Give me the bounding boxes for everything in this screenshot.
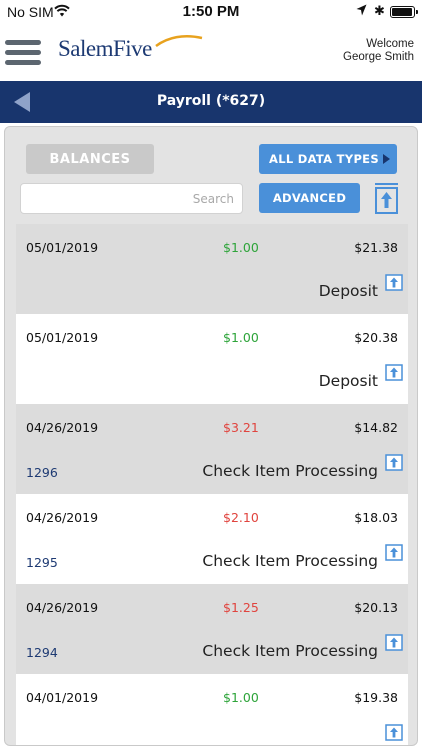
expand-details-icon[interactable] [385, 544, 403, 561]
check-number: 1296 [26, 465, 58, 480]
transaction-row[interactable]: 04/01/2019 $1.00 $19.38 [16, 674, 408, 745]
transaction-row[interactable]: 05/01/2019 $1.00 $20.38 Deposit [16, 314, 408, 404]
expand-details-icon[interactable] [385, 454, 403, 471]
scroll-to-top-icon[interactable] [374, 182, 399, 214]
transaction-list: 05/01/2019 $1.00 $21.38 Deposit 05/01/2019 $1… [16, 224, 408, 745]
balances-button[interactable]: BALANCES [26, 144, 154, 174]
transaction-amount: $3.21 [223, 420, 259, 435]
bluetooth-icon: ✱ [374, 3, 385, 18]
transactions-panel: BALANCES ALL DATA TYPES ADVANCED 05/01/2… [4, 126, 418, 746]
transaction-amount: $1.00 [223, 240, 259, 255]
transaction-amount: $1.25 [223, 600, 259, 615]
expand-details-icon[interactable] [385, 724, 403, 741]
transaction-date: 04/26/2019 [26, 600, 99, 615]
transaction-balance: $18.03 [354, 510, 398, 525]
transaction-balance: $19.38 [354, 690, 398, 705]
transaction-balance: $20.38 [354, 330, 398, 345]
status-bar: No SIM 1:50 PM ✱ [0, 0, 422, 24]
transaction-date: 05/01/2019 [26, 330, 99, 345]
expand-details-icon[interactable] [385, 274, 403, 291]
hamburger-menu-icon[interactable] [5, 40, 41, 66]
transaction-description: Check Item Processing [202, 462, 378, 480]
transaction-description: Check Item Processing [202, 642, 378, 660]
search-input[interactable] [20, 183, 243, 214]
transaction-amount: $2.10 [223, 510, 259, 525]
transaction-row[interactable]: 05/01/2019 $1.00 $21.38 Deposit [16, 224, 408, 314]
transaction-description: Check Item Processing [202, 552, 378, 570]
data-types-button[interactable]: ALL DATA TYPES [259, 144, 397, 174]
transaction-amount: $1.00 [223, 690, 259, 705]
transaction-balance: $20.13 [354, 600, 398, 615]
transaction-amount: $1.00 [223, 330, 259, 345]
expand-details-icon[interactable] [385, 364, 403, 381]
transaction-date: 04/26/2019 [26, 510, 99, 525]
transaction-description: Deposit [318, 372, 378, 390]
transaction-row[interactable]: 04/26/2019 $3.21 $14.82 1296 Check Item Proc… [16, 404, 408, 494]
logo-swoosh-icon [155, 35, 203, 48]
check-number: 1295 [26, 555, 58, 570]
triangle-right-icon [383, 154, 390, 164]
transaction-row[interactable]: 04/26/2019 $1.25 $20.13 1294 Check Item Proc… [16, 584, 408, 674]
page-title: Payroll (*627) [156, 93, 266, 109]
user-name: George Smith [343, 51, 414, 63]
battery-icon [390, 6, 418, 18]
app-header: SalemFive Welcome George Smith [0, 24, 422, 80]
data-types-label: ALL DATA TYPES [269, 152, 379, 166]
advanced-button[interactable]: ADVANCED [259, 183, 360, 213]
transaction-description: Deposit [318, 282, 378, 300]
expand-details-icon[interactable] [385, 634, 403, 651]
welcome-text: Welcome George Smith [343, 38, 414, 64]
transaction-date: 05/01/2019 [26, 240, 99, 255]
transaction-date: 04/01/2019 [26, 690, 99, 705]
transaction-balance: $14.82 [354, 420, 398, 435]
transaction-row[interactable]: 04/26/2019 $2.10 $18.03 1295 Check Item Proc… [16, 494, 408, 584]
location-arrow-icon [356, 4, 367, 16]
transaction-date: 04/26/2019 [26, 420, 99, 435]
transaction-balance: $21.38 [354, 240, 398, 255]
check-number: 1294 [26, 645, 58, 660]
nav-bar: Payroll (*627) [0, 81, 422, 123]
salemfive-logo: SalemFive [58, 35, 203, 68]
welcome-line: Welcome [366, 38, 414, 50]
